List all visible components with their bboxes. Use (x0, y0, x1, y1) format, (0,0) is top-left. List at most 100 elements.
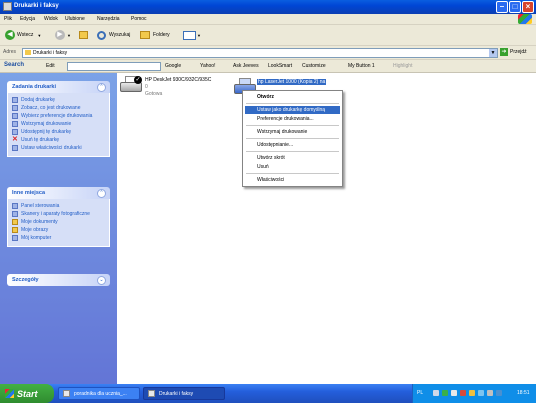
menu-sharing[interactable]: Udostępnianie... (257, 142, 293, 148)
place-my-computer[interactable]: Mój komputer (8, 234, 109, 242)
up-folder-button[interactable] (79, 30, 88, 40)
menu-open[interactable]: Otwórz (257, 94, 274, 100)
printer-tasks-panel: Zadania drukarki ⌃ Dodaj drukarkę Zobacz… (7, 81, 110, 157)
menu-edit[interactable]: Edycja (20, 16, 35, 22)
menu-set-default[interactable]: Ustaw jako drukarkę domyślną (257, 107, 325, 113)
place-scanners-cameras[interactable]: Skanery i aparaty fotograficzne (8, 210, 109, 218)
title-bar[interactable]: Drukarki i faksy – □ × (0, 0, 536, 14)
word-document-icon (63, 390, 70, 397)
my-button-1[interactable]: My Button 1 (348, 63, 375, 69)
toolbar: ◀ Wstecz ▼ ▶ ▼ Wyszukaj Foldery ▼ (0, 25, 536, 46)
go-arrow-icon: ➜ (500, 48, 508, 56)
search-icon (97, 30, 106, 40)
looksmart-button[interactable]: LookSmart (268, 63, 292, 69)
up-folder-icon (79, 31, 88, 39)
share-icon (12, 129, 18, 135)
go-button[interactable]: ➜ Przejdź (500, 48, 527, 56)
task-printing-preferences[interactable]: Wybierz preferencje drukowania (8, 112, 109, 120)
task-delete-printer[interactable]: ✕ Usuń tę drukarkę (8, 136, 109, 144)
forward-arrow-icon: ▶ (55, 30, 65, 40)
taskbar-item-printers[interactable]: Drukarki i faksy (143, 387, 225, 400)
task-add-printer[interactable]: Dodaj drukarkę (8, 96, 109, 104)
default-check-icon: ✓ (134, 76, 142, 84)
printer-queue-count: 0 (145, 84, 148, 90)
tray-icon[interactable] (433, 390, 439, 396)
back-button[interactable]: ◀ Wstecz ▼ (5, 30, 41, 40)
ask-jeeves-button[interactable]: Ask Jeeves (233, 63, 259, 69)
panel-header[interactable]: Inne miejsca ⌃ (7, 187, 110, 199)
tray-icon[interactable] (451, 390, 457, 396)
customize-button[interactable]: Customize (302, 63, 326, 69)
google-toolbar: Search Edit Google Yahoo! Ask Jeeves Loo… (0, 60, 536, 73)
chevron-down-icon[interactable]: ▼ (489, 49, 497, 57)
forward-button[interactable]: ▶ ▼ (55, 30, 71, 40)
pause-icon (12, 121, 18, 127)
folder-icon (12, 227, 18, 233)
maximize-button[interactable]: □ (509, 1, 521, 13)
menu-tools[interactable]: Narzędzia (97, 16, 120, 22)
menu-create-shortcut[interactable]: Utwórz skrót (257, 155, 285, 161)
close-button[interactable]: × (522, 1, 534, 13)
tray-icon[interactable] (496, 390, 502, 396)
printer-status: Gotowa (145, 91, 163, 97)
add-printer-icon (12, 97, 18, 103)
windows-logo-icon (5, 389, 14, 398)
address-label: Adres (3, 49, 17, 55)
taskbar-item-document[interactable]: poradnika dla ucznia_... (58, 387, 140, 400)
views-icon (183, 30, 196, 40)
printer-name-selected: hp LaserJet 1000 (Kopia 2) na (257, 79, 327, 85)
menu-separator (246, 125, 339, 126)
menu-properties[interactable]: Właściwości (257, 177, 284, 183)
go-label: Przejdź (510, 49, 527, 55)
folders-icon (140, 31, 150, 39)
place-control-panel[interactable]: Panel sterowania (8, 202, 109, 210)
menu-view[interactable]: Widok (44, 16, 58, 22)
task-pause-printing[interactable]: Wstrzymaj drukowanie (8, 120, 109, 128)
system-tray: PL 18:51 (412, 384, 536, 403)
address-field[interactable]: Drukarki i faksy ▼ (22, 48, 498, 58)
menu-pause[interactable]: Wstrzymaj drukowanie (257, 129, 307, 135)
language-indicator[interactable]: PL (417, 390, 423, 396)
menu-delete[interactable]: Usuń (257, 164, 269, 170)
google-edit-button[interactable]: Edit (46, 63, 55, 69)
tray-icon[interactable] (442, 390, 448, 396)
minimize-button[interactable]: – (496, 1, 508, 13)
google-search-button[interactable]: Search (4, 62, 24, 68)
collapse-icon[interactable]: ⌃ (97, 83, 106, 92)
window-title: Drukarki i faksy (14, 3, 59, 9)
panel-title: Szczegóły (12, 277, 39, 283)
yahoo-button[interactable]: Yahoo! (200, 63, 215, 69)
menu-help[interactable]: Pomoc (131, 16, 147, 22)
tray-icon[interactable] (460, 390, 466, 396)
google-search-input[interactable] (67, 62, 161, 71)
menu-preferences[interactable]: Preferencje drukowania... (257, 116, 314, 122)
task-see-printing[interactable]: Zobacz, co jest drukowane (8, 104, 109, 112)
google-button[interactable]: Google (165, 63, 181, 69)
menu-favorites[interactable]: Ulubione (65, 16, 85, 22)
printer-icon: ✓ (120, 76, 142, 94)
printer-name: HP DeskJet 930C/932C/935C (145, 77, 212, 83)
back-dropdown-icon[interactable]: ▼ (37, 33, 41, 38)
views-button[interactable]: ▼ (183, 30, 201, 40)
menu-separator (246, 138, 339, 139)
clock[interactable]: 18:51 (517, 390, 530, 396)
folders-button[interactable]: Foldery (140, 30, 170, 40)
expand-icon[interactable]: ⌄ (97, 276, 106, 285)
tray-icon[interactable] (478, 390, 484, 396)
menu-bar: Plik Edycja Widok Ulubione Narzędzia Pom… (0, 14, 536, 25)
search-button[interactable]: Wyszukaj (97, 30, 130, 40)
forward-dropdown-icon[interactable]: ▼ (67, 33, 71, 38)
place-my-pictures[interactable]: Moje obrazy (8, 226, 109, 234)
task-printer-properties[interactable]: Ustaw właściwości drukarki (8, 144, 109, 152)
tray-icon[interactable] (487, 390, 493, 396)
printer-item[interactable]: ✓ (120, 76, 142, 94)
place-my-documents[interactable]: Moje dokumenty (8, 218, 109, 226)
menu-file[interactable]: Plik (4, 16, 12, 22)
panel-header[interactable]: Szczegóły ⌄ (7, 274, 110, 286)
tray-icon[interactable] (469, 390, 475, 396)
highlight-button[interactable]: Highlight (393, 63, 412, 69)
collapse-icon[interactable]: ⌃ (97, 189, 106, 198)
start-button[interactable]: Start (0, 384, 54, 403)
panel-header[interactable]: Zadania drukarki ⌃ (7, 81, 110, 93)
task-share-printer[interactable]: Udostępnij tę drukarkę (8, 128, 109, 136)
